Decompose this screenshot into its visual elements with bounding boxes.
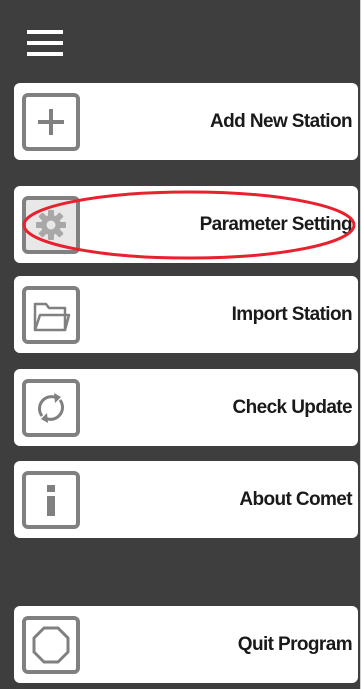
gear-icon xyxy=(22,195,80,254)
folder-icon xyxy=(22,285,80,344)
parameter-setting-label: Parameter Setting xyxy=(199,213,353,235)
about-comet-button[interactable]: About Comet xyxy=(14,461,358,538)
about-comet-label: About Comet xyxy=(239,488,352,510)
side-menu-panel: Add New Station Parameter Setting Import… xyxy=(0,0,361,689)
refresh-icon xyxy=(22,378,80,437)
hamburger-menu-icon[interactable] xyxy=(27,30,63,56)
add-new-station-label: Add New Station xyxy=(210,110,353,132)
add-new-station-button[interactable]: Add New Station xyxy=(14,83,358,160)
quit-program-button[interactable]: Quit Program xyxy=(14,606,358,683)
check-update-button[interactable]: Check Update xyxy=(14,369,358,446)
octagon-stop-icon xyxy=(22,615,80,674)
import-station-label: Import Station xyxy=(231,303,353,325)
info-icon xyxy=(22,470,80,529)
parameter-setting-button[interactable]: Parameter Setting xyxy=(14,186,358,263)
import-station-button[interactable]: Import Station xyxy=(14,276,358,353)
quit-program-label: Quit Program xyxy=(237,633,353,655)
check-update-label: Check Update xyxy=(232,396,352,418)
plus-icon xyxy=(22,92,80,151)
